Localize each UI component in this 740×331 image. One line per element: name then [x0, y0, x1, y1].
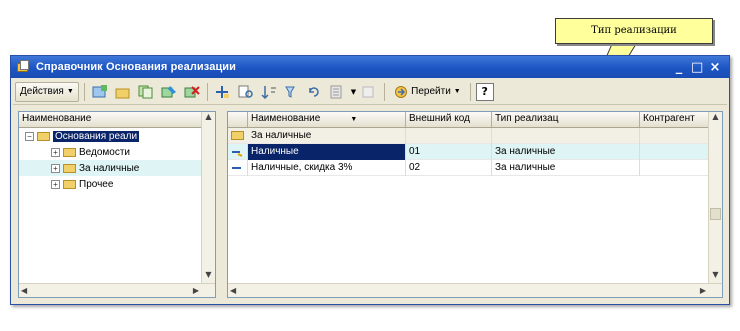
- window-title: Справочник Основания реализации: [36, 61, 237, 73]
- table-row[interactable]: Наличные 01 За наличные: [228, 143, 709, 160]
- icon-column-header: [228, 112, 248, 127]
- table-row[interactable]: Наличные, скидка 3% 02 За наличные: [228, 159, 709, 176]
- sort-icon[interactable]: [259, 82, 279, 102]
- close-button[interactable]: ×: [709, 60, 721, 75]
- folder-icon: [63, 163, 76, 173]
- column-header-code[interactable]: Внешний код: [406, 112, 492, 127]
- scroll-down-icon[interactable]: ▼: [709, 270, 722, 283]
- tree-item-label: Прочее: [79, 178, 114, 190]
- hierarchy-icon[interactable]: [213, 82, 233, 102]
- tree-item-other[interactable]: + Прочее: [19, 176, 215, 192]
- counterparty-cell[interactable]: [640, 160, 709, 176]
- tree-horizontal-scrollbar[interactable]: ◀ ▶: [19, 283, 215, 297]
- goto-menu-button[interactable]: Перейти ▼: [390, 82, 465, 102]
- tree-item-label: Ведомости: [79, 146, 131, 158]
- column-header-type[interactable]: Тип реализац: [492, 112, 640, 127]
- dropdown-caret-icon: ▼: [66, 88, 74, 95]
- delete-mark-icon[interactable]: [182, 82, 202, 102]
- tree-item-label: За наличные: [79, 162, 140, 174]
- dropdown-caret-icon: ▼: [453, 88, 461, 95]
- table-group-row[interactable]: За наличные: [228, 127, 709, 144]
- disabled-tool-icon: [359, 82, 379, 102]
- type-cell[interactable]: За наличные: [492, 143, 640, 160]
- column-header-counterparty[interactable]: Контрагент: [640, 112, 709, 127]
- scroll-left-icon[interactable]: ◀: [230, 286, 236, 295]
- refresh-icon[interactable]: [305, 82, 325, 102]
- scroll-left-icon[interactable]: ◀: [21, 286, 27, 295]
- code-cell[interactable]: 01: [406, 143, 492, 160]
- reference-window: Справочник Основания реализации _ □ × Де…: [10, 55, 730, 305]
- collapse-icon[interactable]: −: [25, 131, 34, 141]
- toolbar-separator: [206, 82, 208, 101]
- table-horizontal-scrollbar[interactable]: ◀ ▶: [228, 283, 722, 297]
- folder-icon: [63, 179, 76, 189]
- type-cell[interactable]: За наличные: [492, 159, 640, 176]
- goto-label: Перейти: [411, 86, 451, 97]
- find-icon[interactable]: [236, 82, 256, 102]
- tree-vertical-scrollbar[interactable]: ▲ ▼: [201, 112, 215, 283]
- folder-icon: [63, 147, 76, 157]
- actions-label: Действия: [20, 86, 64, 97]
- add-item-icon[interactable]: [90, 82, 110, 102]
- dropdown-caret-icon[interactable]: ▼: [351, 88, 356, 96]
- maximize-button[interactable]: □: [691, 60, 703, 75]
- expand-icon[interactable]: +: [51, 147, 60, 157]
- items-table[interactable]: Наименование ▼ Внешний код Тип реализац К…: [227, 111, 723, 298]
- toolbar-separator: [384, 82, 386, 101]
- code-cell[interactable]: 02: [406, 159, 492, 176]
- tree-item-root[interactable]: − Основания реали: [19, 128, 215, 144]
- window-titlebar[interactable]: Справочник Основания реализации _ □ ×: [11, 56, 729, 78]
- sort-desc-icon: ▼: [350, 116, 358, 123]
- goto-icon: [395, 85, 408, 98]
- tree-column-header[interactable]: Наименование: [19, 112, 202, 127]
- item-marker-icon: [228, 159, 248, 176]
- expand-icon[interactable]: +: [51, 163, 60, 173]
- item-marker-icon: [228, 143, 248, 160]
- tree-item-cash[interactable]: + За наличные: [19, 160, 202, 176]
- scroll-right-icon[interactable]: ▶: [700, 286, 706, 295]
- scroll-up-icon[interactable]: ▲: [709, 112, 722, 125]
- groups-tree[interactable]: Наименование − Основания реали + Ведомос…: [18, 111, 216, 298]
- group-name-cell: За наличные: [248, 127, 406, 144]
- toolbar: Действия ▼ ▼ Перейти ▼ ?: [13, 79, 727, 105]
- callout-label: Тип реализации: [555, 18, 713, 44]
- tree-item-label: Основания реали: [53, 130, 140, 142]
- edit-icon[interactable]: [159, 82, 179, 102]
- table-vertical-scrollbar[interactable]: ▲ ▼: [708, 112, 722, 283]
- scroll-down-icon[interactable]: ▼: [202, 270, 215, 283]
- folder-icon: [37, 131, 50, 141]
- structure-icon[interactable]: [328, 82, 348, 102]
- toolbar-separator: [469, 82, 471, 101]
- scroll-right-icon[interactable]: ▶: [193, 286, 199, 295]
- column-header-name[interactable]: Наименование ▼: [248, 112, 406, 127]
- scroll-up-icon[interactable]: ▲: [202, 112, 215, 125]
- tree-item-vedomosti[interactable]: + Ведомости: [19, 144, 215, 160]
- copy-icon[interactable]: [136, 82, 156, 102]
- expand-icon[interactable]: +: [51, 179, 60, 189]
- add-group-icon[interactable]: [113, 82, 133, 102]
- filter-icon[interactable]: [282, 82, 302, 102]
- reference-book-icon: [17, 60, 31, 74]
- minimize-button[interactable]: _: [673, 60, 685, 75]
- scrollbar-thumb[interactable]: [710, 208, 721, 220]
- actions-menu-button[interactable]: Действия ▼: [15, 81, 79, 102]
- name-cell[interactable]: Наличные: [248, 143, 406, 160]
- name-cell[interactable]: Наличные, скидка 3%: [248, 159, 406, 176]
- help-button[interactable]: ?: [475, 82, 494, 101]
- counterparty-cell[interactable]: [640, 144, 709, 160]
- toolbar-separator: [83, 82, 85, 101]
- folder-icon: [228, 128, 248, 144]
